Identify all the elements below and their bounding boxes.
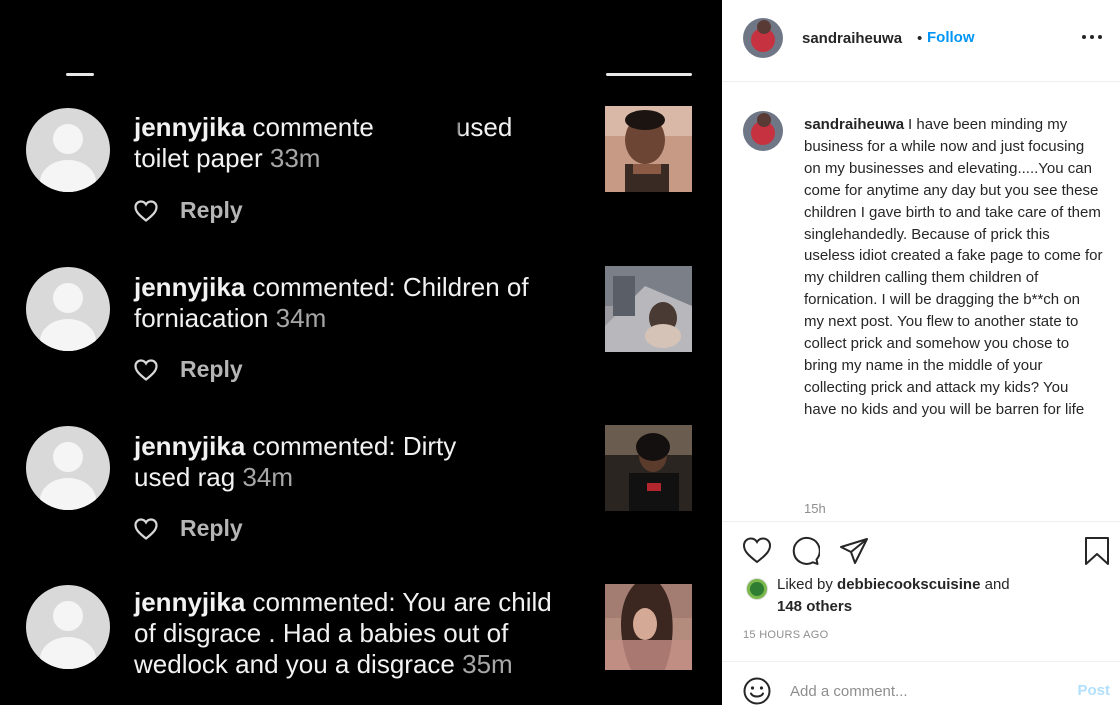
commenter-photo — [605, 106, 692, 192]
comment-text: jennyjika commented: You are child of di… — [134, 587, 552, 679]
header-username[interactable]: sandraiheuwa — [802, 30, 902, 47]
heart-icon[interactable] — [134, 517, 158, 540]
reply-button[interactable]: Reply — [180, 515, 243, 542]
redaction-blur — [378, 118, 458, 144]
avatar — [26, 426, 110, 510]
heart-icon[interactable] — [742, 536, 772, 566]
comment-icon[interactable] — [790, 536, 820, 566]
bookmark-icon[interactable] — [1082, 536, 1112, 566]
comment-actions: Reply — [134, 515, 243, 542]
follow-button[interactable]: Follow — [927, 29, 975, 46]
liker-username[interactable]: debbiecookscuisine — [837, 576, 980, 593]
post-header: sandraiheuwa • Follow — [722, 0, 1120, 82]
reply-button[interactable]: Reply — [180, 197, 243, 224]
avatar — [26, 267, 110, 351]
heart-icon[interactable] — [134, 358, 158, 381]
action-bar — [722, 522, 1120, 578]
avatar — [26, 108, 110, 192]
comment-text: jennyjika commente used toilet paper 33m — [134, 112, 513, 173]
comment-box: Post — [722, 662, 1120, 705]
liker-avatar[interactable] — [746, 578, 768, 600]
post-timestamp[interactable]: 15 HOURS AGO — [743, 629, 829, 641]
caption-text: sandraiheuwa I have been minding my busin… — [804, 114, 1104, 421]
more-options-icon[interactable] — [1080, 26, 1108, 46]
commenter-photo — [605, 584, 692, 670]
likes-text: Liked by debbiecookscuisine and 148 othe… — [777, 576, 1010, 615]
separator-dot: • — [917, 30, 923, 47]
cropped-divider — [66, 73, 94, 76]
cropped-divider — [606, 73, 692, 76]
avatar[interactable] — [743, 18, 783, 58]
avatar — [26, 585, 110, 669]
commenter-photo — [605, 425, 692, 511]
comment-actions: Reply — [134, 197, 243, 224]
likes-count-link[interactable]: 148 others — [777, 598, 852, 615]
post-media: jennyjika commente used toilet paper 33m … — [0, 0, 722, 705]
avatar[interactable] — [743, 111, 783, 151]
post-comment-button[interactable]: Post — [1077, 682, 1110, 699]
caption-body: I have been minding my business for a wh… — [804, 116, 1103, 418]
emoji-icon[interactable] — [742, 676, 772, 705]
comment-actions: Reply — [134, 356, 243, 383]
caption-time: 15h — [804, 501, 826, 516]
heart-icon[interactable] — [134, 199, 158, 222]
caption-username[interactable]: sandraiheuwa — [804, 116, 904, 133]
share-icon[interactable] — [839, 536, 869, 566]
comment-input[interactable] — [790, 678, 1050, 704]
redaction-blur — [492, 437, 562, 463]
reply-button[interactable]: Reply — [180, 356, 243, 383]
commenter-photo — [605, 266, 692, 352]
caption-area: sandraiheuwa I have been minding my busin… — [722, 83, 1120, 521]
comment-text: jennyjika commented: Children of forniac… — [134, 272, 529, 333]
post-panel: sandraiheuwa • Follow sandraiheuwa I have… — [722, 0, 1120, 705]
